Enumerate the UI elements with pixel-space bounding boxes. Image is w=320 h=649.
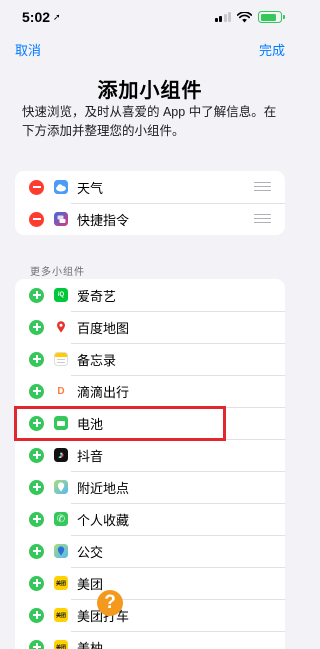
watermark-badge-icon: ?: [97, 590, 123, 616]
battery-widget-icon: [54, 416, 68, 430]
reorder-handle-icon[interactable]: [254, 214, 271, 223]
location-arrow-icon: ➚: [53, 11, 61, 22]
add-button[interactable]: [29, 287, 44, 303]
favorites-icon: ✆: [54, 512, 68, 526]
widget-label: 美柚: [77, 640, 104, 649]
baidu-map-icon: [54, 320, 68, 334]
meituan-taxi-icon: 美团: [54, 608, 68, 622]
status-time: 5:02 ➚: [22, 9, 61, 25]
widget-label: 备忘录: [77, 352, 117, 368]
add-button[interactable]: [29, 447, 44, 463]
meituan-icon: 美团: [54, 576, 68, 590]
remove-button[interactable]: [29, 211, 44, 227]
list-item[interactable]: 美团 美团打车: [15, 599, 285, 631]
widget-label: 美团: [77, 576, 104, 592]
done-button[interactable]: 完成: [259, 40, 285, 59]
widget-label: 个人收藏: [77, 512, 130, 528]
list-item: 快捷指令: [15, 203, 285, 235]
widget-label: 天气: [77, 180, 104, 196]
didi-icon: D: [54, 384, 68, 398]
list-item[interactable]: 美团 美团: [15, 567, 285, 599]
list-item[interactable]: 电池: [15, 407, 285, 439]
add-button[interactable]: [29, 319, 44, 335]
transit-icon: [54, 544, 68, 558]
add-button[interactable]: [29, 639, 44, 649]
widget-label: 电池: [77, 416, 104, 432]
list-item[interactable]: D 滴滴出行: [15, 375, 285, 407]
list-item[interactable]: ♪ 抖音: [15, 439, 285, 471]
widget-label: 公交: [77, 544, 104, 560]
status-icons: [214, 11, 285, 23]
add-button[interactable]: [29, 415, 44, 431]
list-item: 天气: [15, 171, 285, 203]
add-button[interactable]: [29, 351, 44, 367]
widget-label: 快捷指令: [77, 212, 130, 228]
cancel-button[interactable]: 取消: [15, 40, 41, 59]
douyin-icon: ♪: [54, 448, 68, 462]
list-item[interactable]: 百度地图: [15, 311, 285, 343]
reorder-handle-icon[interactable]: [254, 182, 271, 191]
list-item[interactable]: 附近地点: [15, 471, 285, 503]
time-text: 5:02: [22, 9, 51, 25]
meiyou-icon: 美团: [54, 640, 68, 649]
list-item[interactable]: 备忘录: [15, 343, 285, 375]
widget-label: 附近地点: [77, 480, 130, 496]
battery-status-icon: [258, 11, 285, 23]
widget-label: 抖音: [77, 448, 104, 464]
list-item[interactable]: 公交: [15, 535, 285, 567]
add-button[interactable]: [29, 511, 44, 527]
notes-icon: [54, 352, 68, 366]
widget-label: 爱奇艺: [77, 288, 117, 304]
status-bar: 5:02 ➚: [0, 0, 300, 34]
shortcuts-icon: [54, 212, 68, 226]
add-button[interactable]: [29, 383, 44, 399]
page-subtitle: 快速浏览，及时从喜爱的 App 中了解信息。在下方添加并整理您的小组件。: [22, 105, 277, 138]
list-item[interactable]: ✆ 个人收藏: [15, 503, 285, 535]
section-header: 更多小组件: [30, 267, 85, 278]
add-button[interactable]: [29, 607, 44, 623]
add-button[interactable]: [29, 543, 44, 559]
nav-bar: 取消 完成: [0, 38, 300, 60]
weather-icon: [54, 180, 68, 194]
nearby-places-icon: [54, 480, 68, 494]
more-widgets-list: iQ 爱奇艺 百度地图 备忘录 D 滴滴出行 电池 ♪ 抖音 附近地点 ✆ 个人…: [15, 279, 285, 649]
list-item[interactable]: iQ 爱奇艺: [15, 279, 285, 311]
cellular-signal-icon: [214, 12, 231, 22]
remove-button[interactable]: [29, 179, 44, 195]
wifi-icon: [237, 11, 252, 22]
widget-label: 滴滴出行: [77, 384, 130, 400]
add-button[interactable]: [29, 575, 44, 591]
current-widgets-list: 天气 快捷指令: [15, 171, 285, 235]
iqiyi-icon: iQ: [54, 288, 68, 302]
add-button[interactable]: [29, 479, 44, 495]
list-item[interactable]: 美团 美柚: [15, 631, 285, 649]
page-title: 添加小组件: [97, 80, 203, 102]
widget-label: 百度地图: [77, 320, 130, 336]
